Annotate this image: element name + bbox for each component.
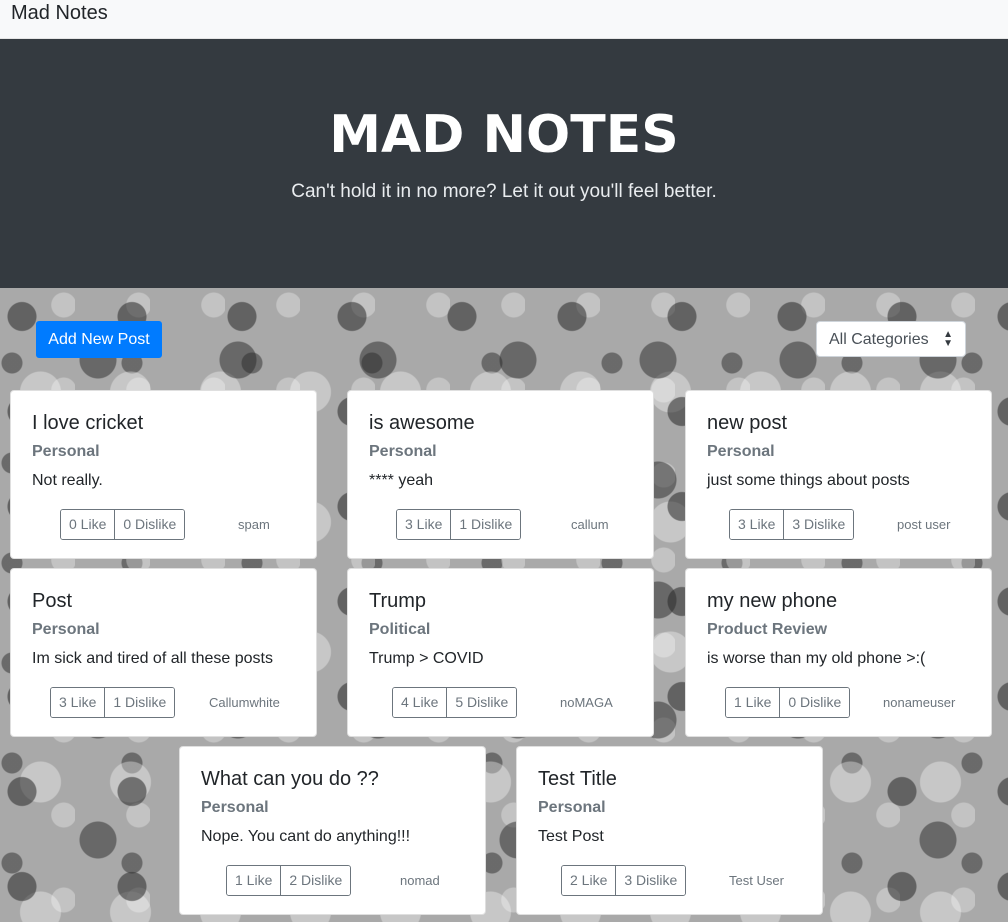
like-button[interactable]: 2 Like — [562, 866, 616, 895]
post-body: Im sick and tired of all these posts — [32, 650, 273, 667]
post-category: Personal — [707, 443, 775, 460]
dislike-button[interactable]: 2 Dislike — [280, 866, 351, 895]
dislike-button[interactable]: 1 Dislike — [450, 510, 521, 539]
post-title: I love cricket — [32, 412, 144, 434]
vote-button-group: 2 Like 3 Dislike — [561, 865, 687, 896]
post-body: Not really. — [32, 472, 103, 489]
brand-link[interactable]: Mad Notes — [11, 2, 108, 25]
post-author: noMAGA — [560, 695, 613, 710]
post-category: Personal — [32, 621, 100, 638]
vote-button-group: 3 Like 3 Dislike — [729, 509, 855, 540]
dislike-button[interactable]: 0 Dislike — [779, 688, 850, 717]
hero-title: MAD NOTES — [329, 105, 679, 165]
post-card: What can you do ?? Personal Nope. You ca… — [179, 746, 486, 915]
vote-button-group: 1 Like 0 Dislike — [725, 687, 851, 718]
post-author: post user — [897, 517, 951, 532]
post-card: new post Personal just some things about… — [685, 390, 992, 559]
like-button[interactable]: 4 Like — [393, 688, 447, 717]
post-author: callum — [571, 517, 609, 532]
hero-subtitle: Can't hold it in no more? Let it out you… — [291, 181, 717, 202]
post-body: **** yeah — [369, 472, 434, 489]
dislike-button[interactable]: 1 Dislike — [104, 688, 175, 717]
post-body: Nope. You cant do anything!!! — [201, 828, 411, 845]
like-button[interactable]: 3 Like — [397, 510, 451, 539]
navbar: Mad Notes — [0, 0, 1008, 39]
post-body: Test Post — [538, 828, 604, 845]
post-author: Callumwhite — [209, 695, 280, 710]
post-author: spam — [238, 517, 270, 532]
post-category: Personal — [369, 443, 437, 460]
post-category: Product Review — [707, 621, 828, 638]
post-title: new post — [707, 412, 788, 434]
post-title: Post — [32, 590, 73, 612]
post-card: I love cricket Personal Not really. 0 Li… — [10, 390, 317, 559]
category-select[interactable]: All Categories ▲ ▼ — [816, 321, 966, 357]
post-category: Personal — [201, 799, 269, 816]
post-title: is awesome — [369, 412, 475, 434]
post-author: nonameuser — [883, 695, 956, 710]
post-title: my new phone — [707, 590, 838, 612]
select-caret-icon: ▲ ▼ — [943, 329, 953, 349]
post-title: Test Title — [538, 768, 617, 790]
vote-button-group: 3 Like 1 Dislike — [50, 687, 176, 718]
post-body: is worse than my old phone >:( — [707, 650, 926, 667]
vote-button-group: 4 Like 5 Dislike — [392, 687, 518, 718]
vote-button-group: 0 Like 0 Dislike — [60, 509, 186, 540]
post-category: Personal — [32, 443, 100, 460]
hero-jumbotron: MAD NOTES Can't hold it in no more? Let … — [0, 39, 1008, 288]
like-button[interactable]: 0 Like — [61, 510, 115, 539]
post-title: Trump — [369, 590, 427, 612]
category-select-value: All Categories — [829, 331, 929, 348]
post-body: Trump > COVID — [369, 650, 484, 667]
like-button[interactable]: 3 Like — [730, 510, 784, 539]
post-author: Test User — [729, 873, 784, 888]
post-body: just some things about posts — [707, 472, 910, 489]
dislike-button[interactable]: 3 Dislike — [783, 510, 854, 539]
post-card: Trump Political Trump > COVID 4 Like 5 D… — [347, 568, 654, 737]
post-category: Personal — [538, 799, 606, 816]
post-title: What can you do ?? — [201, 768, 379, 790]
post-card: Post Personal Im sick and tired of all t… — [10, 568, 317, 737]
post-author: nomad — [400, 873, 440, 888]
dislike-button[interactable]: 3 Dislike — [615, 866, 686, 895]
like-button[interactable]: 1 Like — [227, 866, 281, 895]
dislike-button[interactable]: 5 Dislike — [446, 688, 517, 717]
post-category: Political — [369, 621, 431, 638]
add-new-post-button[interactable]: Add New Post — [36, 321, 162, 358]
post-card: my new phone Product Review is worse tha… — [685, 568, 992, 737]
post-card: is awesome Personal **** yeah 3 Like 1 D… — [347, 390, 654, 559]
post-card: Test Title Personal Test Post 2 Like 3 D… — [516, 746, 823, 915]
like-button[interactable]: 1 Like — [726, 688, 780, 717]
dislike-button[interactable]: 0 Dislike — [114, 510, 185, 539]
vote-button-group: 1 Like 2 Dislike — [226, 865, 352, 896]
like-button[interactable]: 3 Like — [51, 688, 105, 717]
vote-button-group: 3 Like 1 Dislike — [396, 509, 522, 540]
